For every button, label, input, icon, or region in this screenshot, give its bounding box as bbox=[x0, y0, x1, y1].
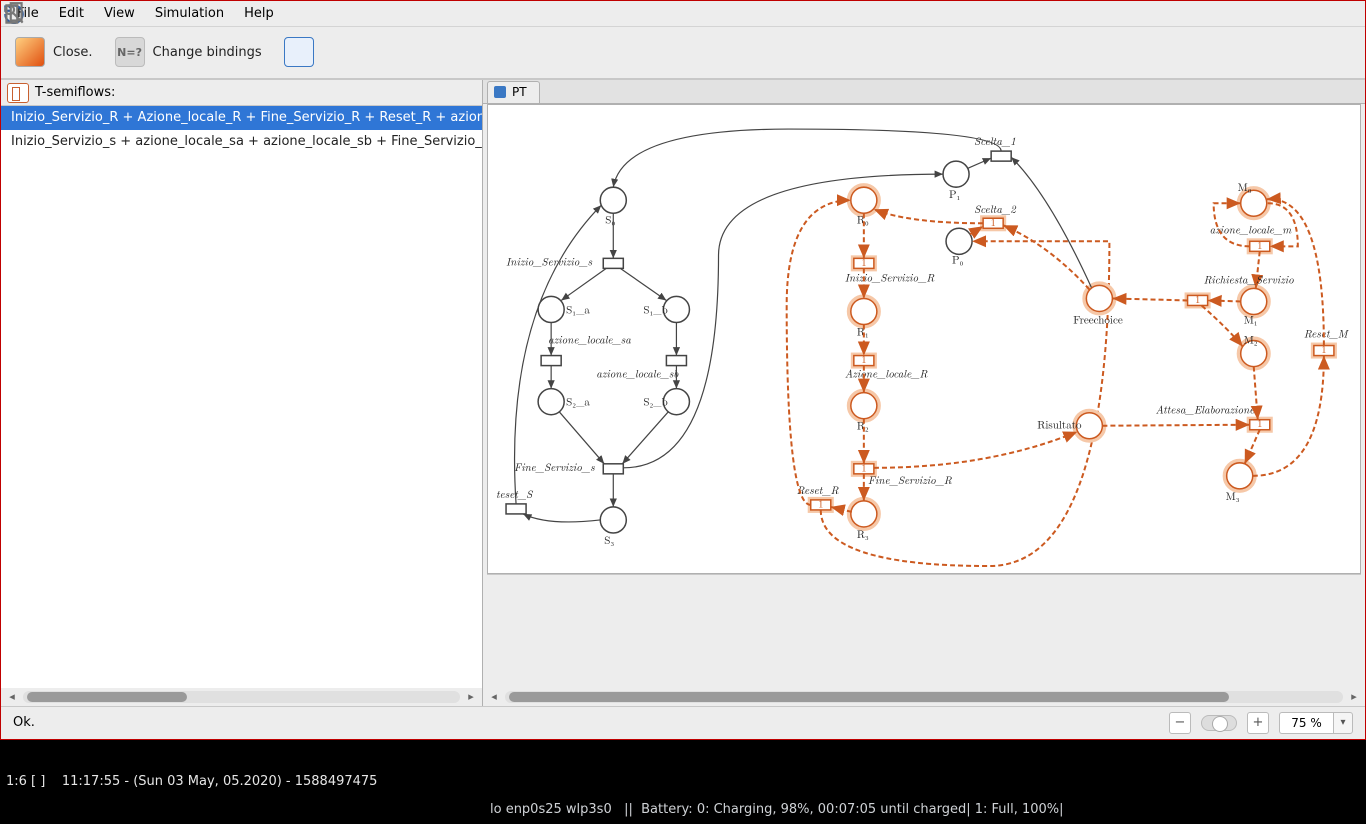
petri-net-svg: S₀ Inizio_Servizio_s S₁_a S₁_b azione_lo… bbox=[488, 105, 1360, 574]
list-item[interactable]: Inizio_Servizio_R + Azione_locale_R + Fi… bbox=[1, 106, 482, 130]
menu-view[interactable]: View bbox=[94, 3, 145, 24]
scroll-left-icon[interactable]: ◂ bbox=[5, 690, 19, 704]
svg-text:Scelta_2: Scelta_2 bbox=[974, 202, 1017, 217]
svg-text:Risultato: Risultato bbox=[1037, 418, 1082, 433]
svg-text:P₁: P₁ bbox=[949, 187, 961, 202]
change-bindings-label: Change bindings bbox=[153, 45, 262, 60]
list-item[interactable]: Inizio_Servizio_s + azione_locale_sa + a… bbox=[1, 130, 482, 154]
petri-net-canvas[interactable]: S₀ Inizio_Servizio_s S₁_a S₁_b azione_lo… bbox=[487, 104, 1361, 574]
svg-text:S₂_a: S₂_a bbox=[566, 395, 590, 410]
svg-text:Azione_locale_R: Azione_locale_R bbox=[845, 366, 928, 381]
svg-text:P₀: P₀ bbox=[952, 252, 964, 267]
menu-simulation[interactable]: Simulation bbox=[145, 3, 234, 24]
change-bindings-button[interactable]: N=? Change bindings bbox=[115, 37, 262, 67]
tool-icon[interactable] bbox=[388, 37, 418, 67]
zoom-in-button[interactable]: + bbox=[1247, 712, 1269, 734]
svg-text:azione_locale_sa: azione_locale_sa bbox=[548, 332, 631, 347]
close-icon bbox=[15, 37, 45, 67]
svg-text:Freechoice: Freechoice bbox=[1073, 312, 1123, 327]
svg-text:Fine_Servizio_s: Fine_Servizio_s bbox=[514, 460, 595, 475]
menu-help[interactable]: Help bbox=[234, 3, 284, 24]
statusbar: Ok. − + 75 % ▾ bbox=[1, 706, 1365, 739]
toolbar: Close. N=? Change bindings bbox=[1, 27, 1365, 80]
svg-text:S₂_b: S₂_b bbox=[643, 395, 667, 410]
right-panel: PT S₀ Inizio_Serviz bbox=[483, 80, 1365, 705]
svg-text:azione_locale_sb: azione_locale_sb bbox=[596, 366, 679, 381]
svg-text:1: 1 bbox=[1257, 241, 1262, 252]
left-panel-title: T-semiflows: bbox=[35, 85, 115, 100]
scroll-right-icon[interactable]: ▸ bbox=[464, 690, 478, 704]
svg-text:S₃: S₃ bbox=[604, 533, 614, 548]
zoom-value[interactable]: 75 % bbox=[1279, 712, 1333, 734]
canvas-bottom-gap bbox=[487, 574, 1361, 688]
app-window: File Edit View Simulation Help Close. N=… bbox=[0, 0, 1366, 740]
svg-text:Scelta_1: Scelta_1 bbox=[974, 134, 1016, 149]
svg-text:Inizio_Servizio_R: Inizio_Servizio_R bbox=[845, 270, 935, 285]
svg-text:teset_S: teset_S bbox=[496, 487, 533, 502]
tab-label: PT bbox=[512, 81, 527, 103]
scroll-left-icon[interactable]: ◂ bbox=[487, 690, 501, 704]
semiflows-list[interactable]: Inizio_Servizio_R + Azione_locale_R + Fi… bbox=[1, 106, 482, 687]
svg-text:1: 1 bbox=[1321, 345, 1326, 356]
desktop-clock: 1:6 [ ] 11:17:55 - (Sun 03 May, 05.2020)… bbox=[6, 768, 377, 796]
svg-text:M₃: M₃ bbox=[1226, 489, 1240, 504]
svg-text:M₁: M₁ bbox=[1244, 312, 1258, 327]
svg-text:1: 1 bbox=[861, 258, 866, 269]
svg-text:1: 1 bbox=[1257, 419, 1262, 430]
zoom-dropdown[interactable]: ▾ bbox=[1333, 712, 1353, 734]
svg-text:Reset_R: Reset_R bbox=[797, 483, 839, 498]
svg-text:1: 1 bbox=[818, 499, 823, 510]
left-panel: T-semiflows: Inizio_Servizio_R + Azione_… bbox=[1, 80, 483, 705]
right-hscrollbar[interactable]: ◂ ▸ bbox=[483, 688, 1365, 706]
semiflows-icon bbox=[7, 83, 29, 103]
canvas-tabbar: PT bbox=[483, 80, 1365, 103]
tab-icon bbox=[494, 86, 506, 98]
zoom-out-button[interactable]: − bbox=[1169, 712, 1191, 734]
svg-text:1: 1 bbox=[1195, 295, 1200, 306]
svg-text:Fine_Servizio_R: Fine_Servizio_R bbox=[868, 473, 952, 488]
svg-text:Richiesta_Servizio: Richiesta_Servizio bbox=[1204, 272, 1294, 287]
svg-text:S₁_b: S₁_b bbox=[643, 302, 667, 317]
desktop-net-battery: lo enp0s25 wlp3s0 || Battery: 0: Chargin… bbox=[490, 796, 1064, 824]
svg-text:Inizio_Servizio_s: Inizio_Servizio_s bbox=[506, 254, 593, 269]
svg-text:1: 1 bbox=[861, 355, 866, 366]
svg-text:R₃: R₃ bbox=[857, 527, 869, 542]
page-icon[interactable] bbox=[336, 37, 366, 67]
svg-text:M₂: M₂ bbox=[1244, 332, 1258, 347]
svg-text:azione_locale_m: azione_locale_m bbox=[1210, 222, 1293, 237]
svg-text:S₁_a: S₁_a bbox=[566, 302, 590, 317]
tab-pt[interactable]: PT bbox=[487, 81, 540, 103]
scroll-right-icon[interactable]: ▸ bbox=[1347, 690, 1361, 704]
svg-text:M₀: M₀ bbox=[1238, 180, 1252, 195]
svg-text:Attesa_Elaborazione: Attesa_Elaborazione bbox=[1156, 403, 1256, 418]
close-label: Close. bbox=[53, 45, 93, 60]
bindings-icon: N=? bbox=[115, 37, 145, 67]
zoom-controls: − + 75 % ▾ bbox=[1169, 712, 1353, 734]
svg-text:Reset_M: Reset_M bbox=[1304, 326, 1350, 341]
close-button[interactable]: Close. bbox=[15, 37, 93, 67]
svg-text:1: 1 bbox=[991, 218, 996, 229]
menu-edit[interactable]: Edit bbox=[49, 3, 94, 24]
main-split: T-semiflows: Inizio_Servizio_R + Azione_… bbox=[1, 79, 1365, 705]
left-panel-header: T-semiflows: bbox=[1, 80, 482, 106]
svg-text:1: 1 bbox=[861, 463, 866, 474]
left-hscrollbar[interactable]: ◂ ▸ bbox=[1, 688, 482, 706]
status-text: Ok. bbox=[13, 715, 35, 730]
menubar: File Edit View Simulation Help bbox=[1, 1, 1365, 27]
zoom-slider[interactable] bbox=[1201, 715, 1237, 731]
refresh-icon[interactable] bbox=[284, 37, 314, 67]
desktop-statusbar: 1:6 [ ] 11:17:55 - (Sun 03 May, 05.2020)… bbox=[0, 740, 1366, 768]
